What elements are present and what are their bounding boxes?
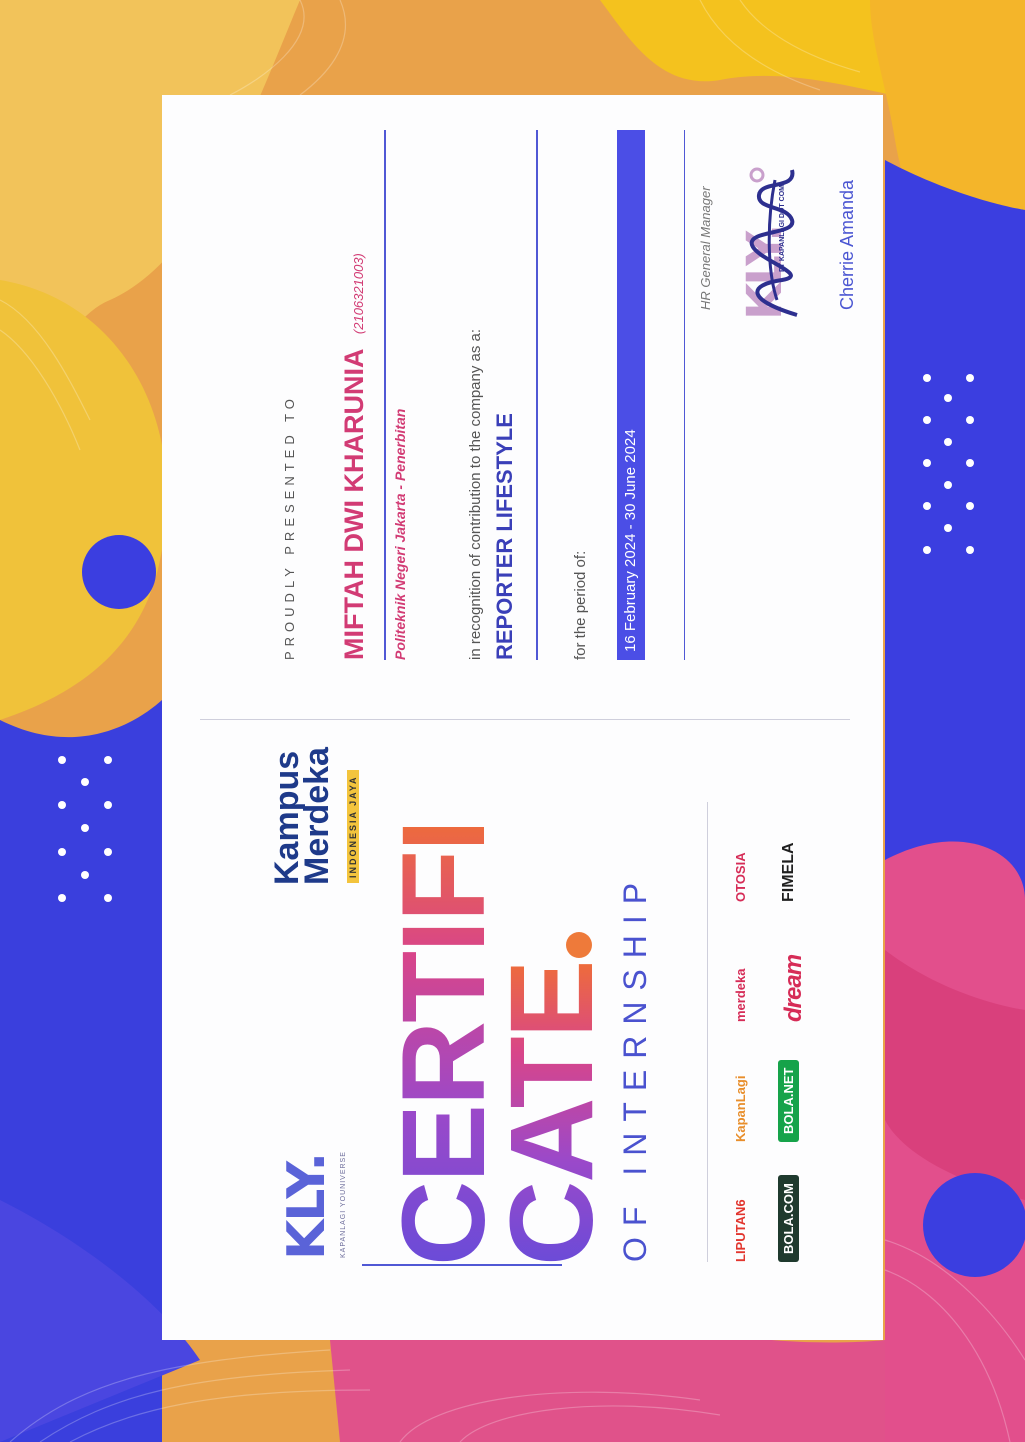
brand-logo-grid: LIPUTAN6 KapanLagi merdeka OTOSIA BOLA.COM BO… xyxy=(732,782,807,1262)
period-bar: 16 February 2024 - 30 June 2024 xyxy=(617,130,645,660)
brand-logo-label: OTOSIA xyxy=(733,852,748,902)
certificate-title-line1: CERTIFI xyxy=(378,821,510,1266)
brand-logo: BOLA.COM xyxy=(778,1142,802,1262)
signer-title: HR General Manager xyxy=(698,186,713,310)
position-underline xyxy=(536,130,538,660)
kampus-merdeka-badge: INDONESIA JAYA xyxy=(347,770,359,883)
position-title: REPORTER LIFESTYLE xyxy=(492,413,517,660)
signature-stamp: KLY. PT KAPANLAGI DOT COM xyxy=(737,150,817,330)
signature-scribble xyxy=(749,167,798,317)
recognition-text: in recognition of contribution to the co… xyxy=(467,328,484,660)
certificate-title-line2-wrap: CATE xyxy=(486,931,618,1266)
brand-logo: KapanLagi xyxy=(732,1022,754,1142)
stamp-text: PT KAPANLAGI DOT COM xyxy=(779,185,786,272)
brand-logo-label: LIPUTAN6 xyxy=(733,1199,748,1262)
period-label: for the period of: xyxy=(572,550,589,660)
presented-label: PROUDLY PRESENTED TO xyxy=(282,394,297,660)
brand-logo-label: FIMELA xyxy=(780,842,797,902)
brand-logo: FIMELA xyxy=(780,782,802,902)
brand-logo-label: BOLA.COM xyxy=(778,1175,799,1262)
institution: Politeknik Negeri Jakarta - Penerbitan xyxy=(392,408,408,660)
brand-logo-label: merdeka xyxy=(733,968,748,1022)
brand-logo: LIPUTAN6 xyxy=(732,1142,754,1262)
brand-logo: OTOSIA xyxy=(732,782,754,902)
certificate-card: KLY. KAPANLAGI YOUNIVERSE Kampus Merdeka… xyxy=(162,95,883,1340)
brand-logo: dream xyxy=(780,902,807,1022)
name-underline xyxy=(384,130,386,660)
brand-logo-label: dream xyxy=(780,954,807,1022)
recipient-line: MIFTAH DWI KHARUNIA (2106321003) xyxy=(339,253,370,660)
kly-tagline: KAPANLAGI YOUNIVERSE xyxy=(340,1151,347,1258)
certificate-sheet: KLY. KAPANLAGI YOUNIVERSE Kampus Merdeka… xyxy=(162,95,883,1340)
center-divider xyxy=(200,719,850,720)
brands-divider xyxy=(707,802,708,1262)
kly-logo: KLY. xyxy=(277,1153,337,1260)
signature-divider xyxy=(684,130,685,660)
certificate-subtitle: OF INTERNSHIP xyxy=(617,871,653,1262)
recipient-id: (2106321003) xyxy=(351,253,366,335)
signer-name: Cherrie Amanda xyxy=(837,179,857,310)
kampus-merdeka-logo: Kampus Merdeka xyxy=(268,747,336,885)
brand-logo: merdeka xyxy=(732,902,754,1022)
brand-logo-label: KapanLagi xyxy=(733,1075,748,1142)
kampus-logo-line2: Merdeka xyxy=(298,747,336,885)
title-dot xyxy=(566,931,592,958)
period-dates: 16 February 2024 - 30 June 2024 xyxy=(622,429,639,652)
brand-logo: BOLA.NET xyxy=(778,1022,802,1142)
recipient-name: MIFTAH DWI KHARUNIA xyxy=(339,348,369,660)
brand-logo-label: BOLA.NET xyxy=(778,1059,799,1142)
certificate-title-line2: CATE xyxy=(486,961,618,1266)
